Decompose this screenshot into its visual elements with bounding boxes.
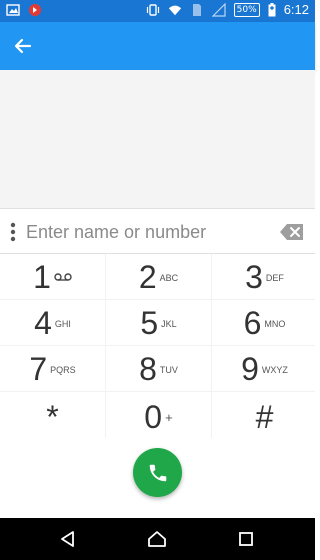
key-digit: 8: [139, 350, 157, 387]
voicemail-icon: [54, 272, 72, 281]
key-digit: 2: [138, 258, 157, 295]
nav-home-icon[interactable]: [147, 529, 167, 549]
key-letters: MNO: [264, 318, 286, 329]
key-letters: ABC: [159, 272, 179, 283]
phone-icon: [149, 464, 166, 481]
key-digit: 1: [33, 258, 51, 295]
key-4[interactable]: 4 GHI: [0, 300, 105, 345]
key-letters: PQRS: [50, 364, 76, 375]
key-8[interactable]: 8 TUV: [106, 346, 211, 391]
battery-percentage: 50%: [233, 2, 260, 17]
key-letters: GHI: [54, 318, 71, 329]
battery-charging-icon: [268, 2, 276, 16]
key-digit: *: [46, 398, 59, 435]
key-letters: +: [165, 410, 173, 425]
signal-icon: [211, 2, 226, 17]
dial-keypad: 1 2 ABC 3 DEF 4 GHI 5 JKL 6 MNO 7 PQRS 8…: [0, 254, 317, 441]
wifi-icon: [168, 5, 181, 15]
call-area: [0, 438, 315, 518]
key-7[interactable]: 7 PQRS: [0, 346, 105, 391]
key-6[interactable]: 6 MNO: [212, 300, 317, 345]
gallery-notification-icon: [6, 4, 20, 16]
key-5[interactable]: 5 JKL: [106, 300, 211, 345]
key-0[interactable]: 0 +: [106, 392, 211, 441]
navigation-bar: [0, 518, 315, 560]
key-star[interactable]: *: [0, 392, 105, 441]
key-letters: JKL: [161, 318, 177, 329]
key-letters: WXYZ: [261, 364, 288, 375]
key-9[interactable]: 9 WXYZ: [212, 346, 317, 391]
app-bar: [0, 22, 315, 70]
dialer-input-row: [0, 208, 315, 254]
key-1[interactable]: 1: [0, 254, 105, 299]
nav-back-icon[interactable]: [58, 529, 78, 549]
key-digit: 3: [245, 258, 263, 295]
key-digit: 5: [140, 304, 159, 341]
key-digit: 9: [241, 350, 259, 387]
clock: 6:12: [283, 2, 309, 17]
key-2[interactable]: 2 ABC: [106, 254, 211, 299]
search-results-area: [0, 70, 315, 208]
status-bar: 50% 6:12: [0, 0, 315, 22]
call-button[interactable]: [133, 448, 182, 497]
key-digit: #: [255, 398, 274, 435]
key-3[interactable]: 3 DEF: [212, 254, 317, 299]
key-digit: 4: [34, 304, 52, 341]
key-letters: TUV: [159, 364, 178, 375]
overflow-menu-icon[interactable]: [6, 220, 20, 244]
key-digit: 6: [243, 304, 262, 341]
dialer-number-input[interactable]: [26, 219, 266, 245]
app-notification-icon: [29, 4, 41, 16]
sim-card-icon: [192, 3, 201, 16]
key-hash[interactable]: #: [212, 392, 317, 441]
key-digit: 0: [144, 398, 163, 435]
nav-recents-icon[interactable]: [236, 529, 256, 549]
vibrate-icon: [146, 3, 159, 16]
backspace-icon[interactable]: [279, 222, 305, 242]
key-letters: DEF: [265, 272, 284, 283]
back-arrow-icon[interactable]: [10, 34, 36, 58]
key-digit: 7: [29, 350, 48, 387]
